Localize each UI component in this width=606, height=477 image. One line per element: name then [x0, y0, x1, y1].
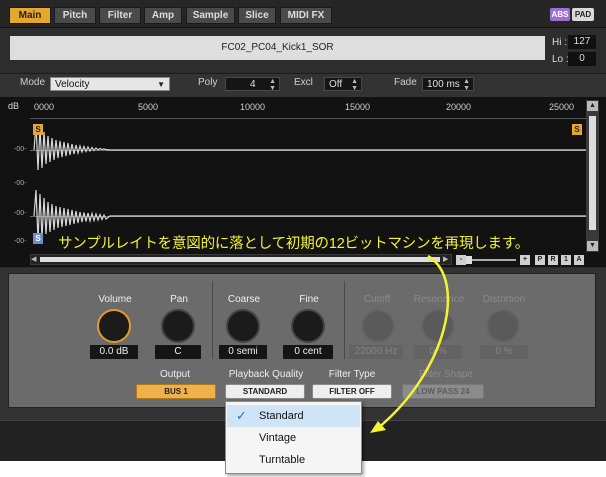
menu-item-label: Turntable — [259, 454, 306, 466]
checkmark-icon: ✓ — [236, 408, 247, 423]
annotation-caption: サンプルレイトを意図的に落として初期の12ビットマシンを再現します。 — [58, 236, 530, 252]
menu-item-standard[interactable]: ✓ Standard — [227, 405, 360, 427]
menu-item-label: Vintage — [259, 432, 297, 444]
menu-item-vintage[interactable]: Vintage — [227, 427, 360, 449]
menu-item-label: Standard — [259, 410, 304, 422]
menu-item-turntable[interactable]: Turntable — [227, 449, 360, 471]
playback-quality-menu: ✓ Standard Vintage Turntable — [225, 401, 362, 474]
